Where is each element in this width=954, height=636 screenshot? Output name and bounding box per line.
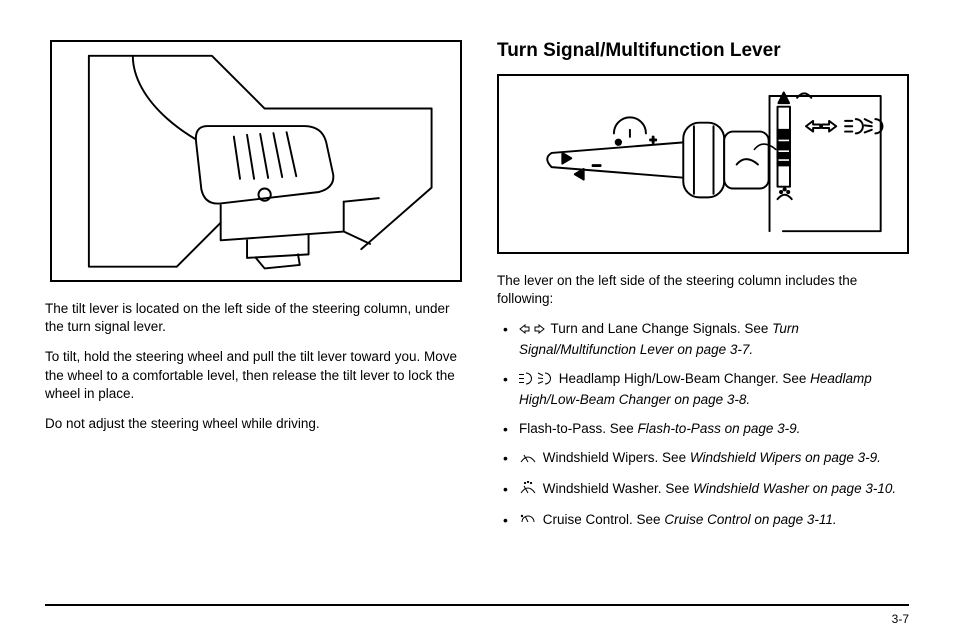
page-content: The tilt lever is located on the left si… — [45, 40, 909, 542]
item-text: Windshield Wipers. See — [543, 450, 690, 465]
list-item: Windshield Washer. See Windshield Washer… — [497, 480, 909, 501]
item-text: Windshield Washer. See — [543, 481, 693, 496]
left-column: The tilt lever is located on the left si… — [45, 40, 457, 542]
item-ref: Cruise Control on page 3-11. — [664, 512, 836, 527]
multifunction-lever-figure: + – — [497, 74, 909, 254]
turn-signal-icon — [519, 322, 545, 341]
list-item: Turn and Lane Change Signals. See Turn S… — [497, 320, 909, 360]
item-text: Headlamp High/Low-Beam Changer. See — [559, 371, 810, 386]
list-item: Flash-to-Pass. See Flash-to-Pass on page… — [497, 420, 909, 439]
item-ref: Windshield Wipers on page 3-9. — [690, 450, 881, 465]
tilt-para-2: To tilt, hold the steering wheel and pul… — [45, 348, 457, 403]
wiper-icon — [519, 451, 537, 470]
svg-text:–: – — [593, 156, 601, 172]
item-ref: Flash-to-Pass on page 3-9. — [638, 421, 801, 436]
list-item: Windshield Wipers. See Windshield Wipers… — [497, 449, 909, 470]
washer-icon — [519, 481, 537, 501]
item-text: Turn and Lane Change Signals. See — [551, 321, 773, 336]
item-ref: Windshield Washer on page 3-10. — [693, 481, 896, 496]
tilt-lever-illustration — [60, 47, 452, 275]
svg-text:+: + — [650, 133, 657, 147]
multifunction-lever-illustration: + – — [507, 80, 899, 249]
cruise-control-icon — [519, 512, 537, 532]
headlamp-beam-icon — [519, 372, 553, 391]
list-item: Cruise Control. See Cruise Control on pa… — [497, 511, 909, 532]
section-heading: Turn Signal/Multifunction Lever — [497, 40, 909, 62]
tilt-para-1: The tilt lever is located on the left si… — [45, 300, 457, 336]
list-item: Headlamp High/Low-Beam Changer. See Head… — [497, 370, 909, 410]
item-text: Cruise Control. See — [543, 512, 665, 527]
item-text: Flash-to-Pass. See — [519, 421, 638, 436]
footer-rule — [45, 604, 909, 606]
page-number: 3-7 — [892, 612, 909, 626]
lever-feature-list: Turn and Lane Change Signals. See Turn S… — [497, 320, 909, 531]
tilt-para-3: Do not adjust the steering wheel while d… — [45, 415, 457, 433]
tilt-lever-figure — [50, 40, 462, 282]
lever-intro: The lever on the left side of the steeri… — [497, 272, 909, 308]
right-column: Turn Signal/Multifunction Lever — [497, 40, 909, 542]
